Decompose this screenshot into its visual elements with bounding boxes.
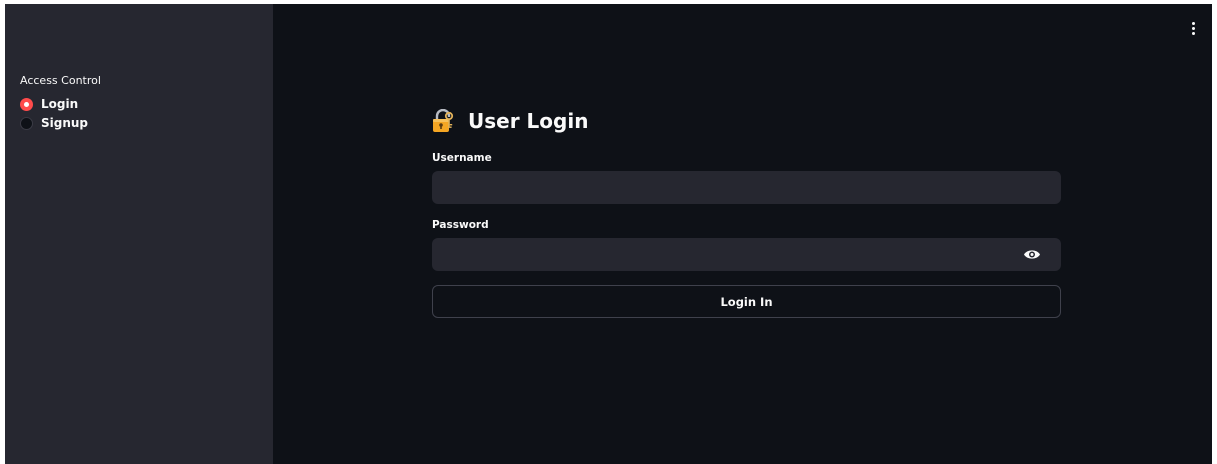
radio-unchecked-icon[interactable] xyxy=(20,116,33,130)
radio-checked-icon[interactable] xyxy=(20,97,33,111)
page-header: User Login xyxy=(432,106,1061,136)
menu-dot-icon xyxy=(1191,21,1195,25)
username-field-container xyxy=(432,171,1061,204)
password-label: Password xyxy=(432,219,489,231)
radio-option-login[interactable]: Login xyxy=(20,96,273,112)
login-form: User Login Username Password Login In xyxy=(432,106,1061,318)
lock-with-key-icon xyxy=(433,109,454,132)
login-button[interactable]: Login In xyxy=(432,285,1061,318)
menu-dot-icon xyxy=(1191,26,1195,30)
username-label: Username xyxy=(432,152,492,164)
password-field-container xyxy=(432,238,1061,271)
main-menu-button[interactable] xyxy=(1188,20,1198,36)
main-content: User Login Username Password Login In xyxy=(273,4,1212,464)
radio-label-signup: Signup xyxy=(41,116,89,130)
sidebar: Access Control Login Signup xyxy=(5,4,273,464)
menu-dot-icon xyxy=(1191,31,1195,35)
username-field[interactable] xyxy=(432,171,1061,204)
app-window: Access Control Login Signup User Login U… xyxy=(5,4,1212,464)
radio-label-login: Login xyxy=(41,97,79,111)
radio-option-signup[interactable]: Signup xyxy=(20,115,273,131)
page-title: User Login xyxy=(468,109,589,133)
access-control-label: Access Control xyxy=(20,74,101,87)
eye-icon[interactable] xyxy=(1023,248,1041,261)
password-field[interactable] xyxy=(432,238,1061,271)
